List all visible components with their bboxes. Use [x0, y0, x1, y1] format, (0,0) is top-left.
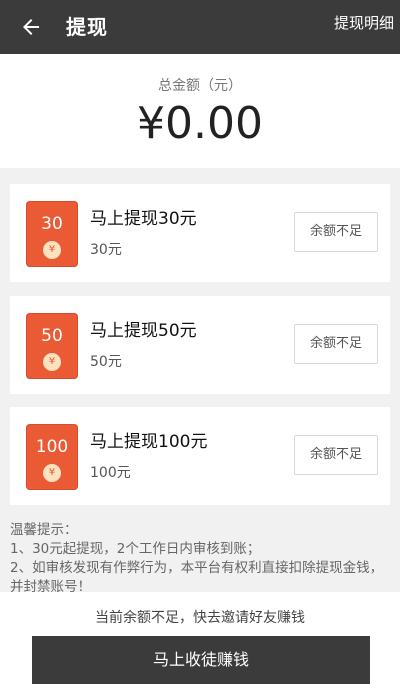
insufficient-balance-button[interactable]: 余额不足 [294, 212, 378, 252]
amount-badge: 50 ¥ [26, 313, 78, 379]
withdraw-option-50: 50 ¥ 马上提现50元 50元 余额不足 [10, 296, 390, 394]
badge-amount: 100 [35, 437, 69, 457]
top-app-bar: 提现 提现明细 [0, 0, 400, 54]
option-title: 马上提现50元 [90, 321, 197, 341]
amount-badge: 30 ¥ [26, 201, 78, 267]
option-subtitle: 100元 [90, 465, 131, 481]
withdraw-option-30: 30 ¥ 马上提现30元 30元 余额不足 [10, 184, 390, 282]
total-label: 总金额（元） [158, 78, 242, 94]
total-balance-panel: 总金额（元） ¥0.00 [0, 54, 400, 168]
insufficient-balance-button[interactable]: 余额不足 [294, 435, 378, 475]
badge-amount: 50 [41, 326, 63, 346]
insufficient-balance-button[interactable]: 余额不足 [294, 324, 378, 364]
withdraw-option-100: 100 ¥ 马上提现100元 100元 余额不足 [10, 407, 390, 505]
badge-amount: 30 [41, 214, 63, 234]
total-amount: ¥0.00 [137, 98, 263, 149]
yuan-coin-icon: ¥ [43, 241, 61, 259]
tips-line: 1、30元起提现，2个工作日内审核到账； [10, 541, 261, 557]
option-title: 马上提现100元 [90, 432, 208, 452]
withdraw-details-link[interactable]: 提现明细 [334, 0, 394, 54]
balance-notice: 当前余额不足，快去邀请好友赚钱 [95, 610, 305, 626]
option-subtitle: 30元 [90, 242, 122, 258]
option-title: 马上提现30元 [90, 209, 197, 229]
amount-badge: 100 ¥ [26, 424, 78, 490]
bottom-action-panel: 当前余额不足，快去邀请好友赚钱 马上收徒赚钱 [0, 592, 400, 700]
yuan-coin-icon: ¥ [43, 353, 61, 371]
yuan-coin-icon: ¥ [43, 464, 61, 482]
recruit-earn-button[interactable]: 马上收徒赚钱 [32, 636, 370, 684]
tips-heading: 温馨提示： [10, 522, 78, 538]
option-subtitle: 50元 [90, 354, 122, 370]
page-title: 提现 [66, 15, 108, 39]
tips-section: 温馨提示： 1、30元起提现，2个工作日内审核到账； 2、如审核发现有作弊行为，… [10, 521, 390, 597]
arrow-left-icon [23, 19, 39, 35]
back-button[interactable] [14, 10, 48, 44]
